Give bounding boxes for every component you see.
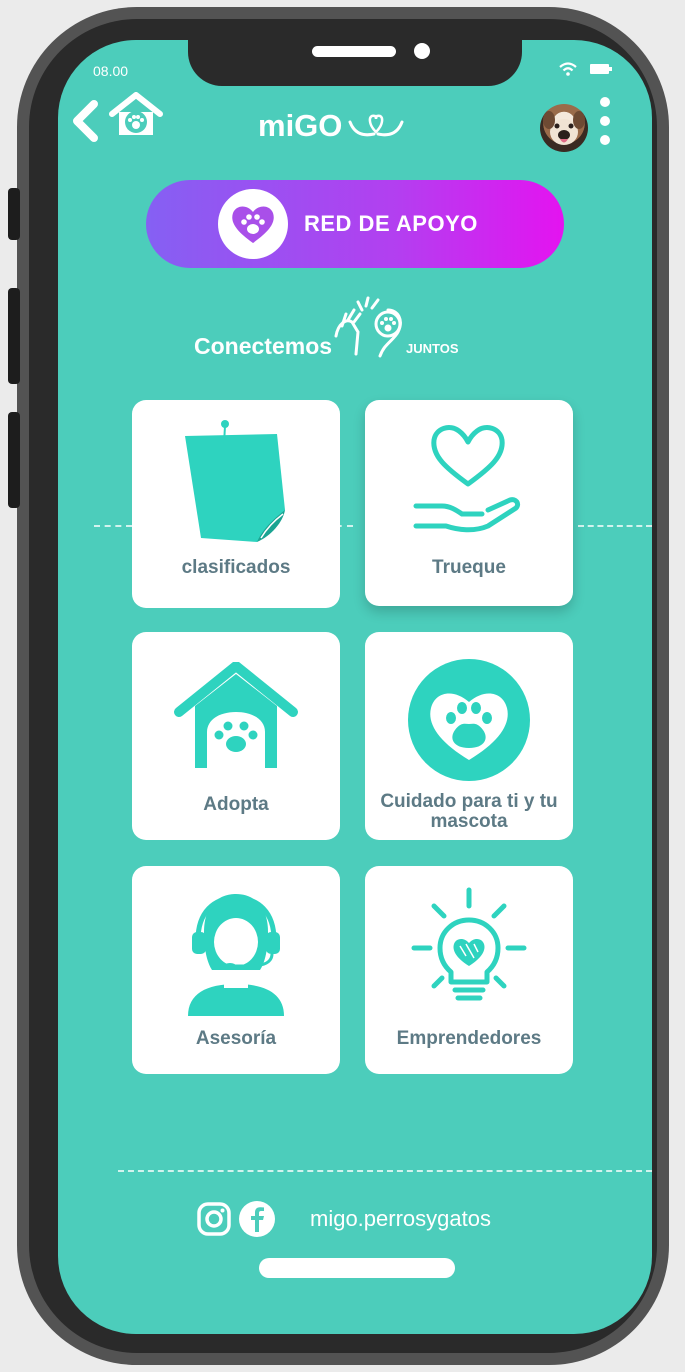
volume-up-button bbox=[8, 288, 20, 384]
doghouse-paw-icon bbox=[174, 662, 298, 768]
tagline-sub: JUNTOS bbox=[406, 341, 459, 356]
card-icon-wrap bbox=[132, 414, 340, 544]
volume-down-button bbox=[8, 412, 20, 508]
red-de-apoyo-button[interactable]: RED DE APOYO bbox=[146, 180, 564, 268]
card-label: Adopta bbox=[203, 794, 269, 815]
dot bbox=[600, 135, 610, 145]
app-screen: 08.00 miGO RED DE APOYO Conectemos JUNTO… bbox=[58, 40, 652, 1334]
user-avatar[interactable] bbox=[540, 104, 588, 152]
card-asesoria[interactable]: Asesoría bbox=[132, 866, 340, 1074]
sticky-note-icon bbox=[185, 420, 285, 542]
app-logo: miGO bbox=[258, 108, 404, 144]
heart-paw-icon bbox=[408, 659, 530, 781]
card-emprendedores[interactable]: Emprendedores bbox=[365, 866, 573, 1074]
battery-icon bbox=[590, 64, 612, 74]
doghouse-icon bbox=[109, 92, 163, 135]
hand-heart-icon bbox=[413, 425, 521, 533]
heart-swirl-icon bbox=[348, 114, 404, 137]
dot bbox=[600, 116, 610, 126]
chevron-left-icon bbox=[73, 100, 98, 142]
card-label: Trueque bbox=[432, 557, 506, 578]
tagline: Conectemos JUNTOS bbox=[194, 296, 459, 360]
headset-agent-icon bbox=[188, 894, 284, 1016]
card-trueque[interactable]: Trueque bbox=[365, 400, 573, 606]
card-label: Emprendedores bbox=[396, 1028, 542, 1049]
heart-paw-badge bbox=[218, 189, 288, 259]
card-label: Asesoría bbox=[195, 1028, 277, 1049]
card-label: clasificados bbox=[181, 557, 291, 578]
card-icon-wrap bbox=[365, 886, 573, 1008]
heart-paw-icon bbox=[232, 206, 274, 243]
card-icon-wrap bbox=[365, 422, 573, 534]
card-icon-wrap bbox=[132, 662, 340, 770]
back-button[interactable] bbox=[68, 98, 104, 149]
card-icon-wrap bbox=[365, 658, 573, 782]
tagline-main: Conectemos bbox=[194, 333, 333, 359]
status-icons bbox=[558, 62, 612, 76]
card-icon-wrap bbox=[132, 892, 340, 1016]
dog-avatar-icon bbox=[543, 111, 585, 145]
notch bbox=[188, 40, 522, 86]
social-handle[interactable]: migo.perrosygatos bbox=[310, 1206, 491, 1232]
more-options-button[interactable] bbox=[600, 97, 610, 145]
card-clasificados[interactable]: clasificados bbox=[132, 400, 340, 608]
social-footer: migo.perrosygatos bbox=[196, 1200, 491, 1238]
wifi-icon bbox=[559, 62, 577, 76]
lightbulb-heart-icon bbox=[411, 887, 527, 1001]
dot bbox=[600, 97, 610, 107]
mute-switch bbox=[8, 188, 20, 240]
card-cuidado[interactable]: Cuidado para ti y tu mascota bbox=[365, 632, 573, 840]
home-button[interactable] bbox=[108, 92, 164, 143]
hands-paw-icon bbox=[334, 296, 402, 358]
instagram-icon[interactable] bbox=[196, 1201, 232, 1237]
app-title: miGO bbox=[258, 108, 343, 143]
front-camera bbox=[414, 43, 430, 59]
status-time: 08.00 bbox=[93, 63, 129, 79]
card-label: Cuidado para ti y tu mascota bbox=[380, 791, 558, 832]
dashed-divider bbox=[118, 1170, 652, 1172]
home-indicator[interactable] bbox=[259, 1258, 455, 1278]
speaker bbox=[312, 46, 396, 57]
red-de-apoyo-label: RED DE APOYO bbox=[304, 211, 478, 236]
card-adopta[interactable]: Adopta bbox=[132, 632, 340, 840]
facebook-icon[interactable] bbox=[238, 1200, 276, 1238]
dashed-divider bbox=[578, 525, 652, 527]
